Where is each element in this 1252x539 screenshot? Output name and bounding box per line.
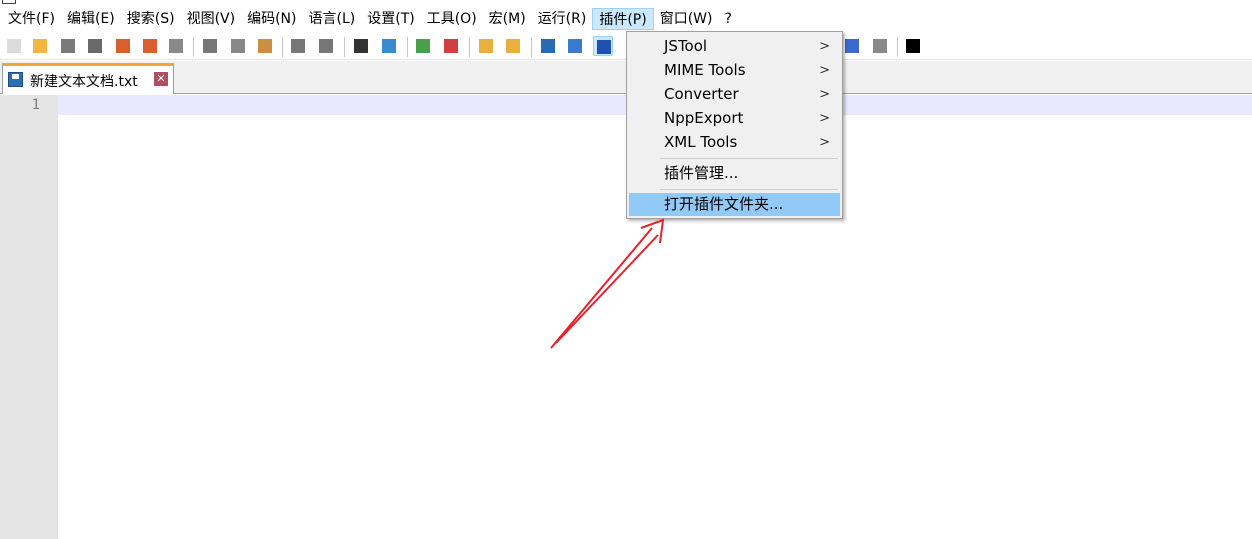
- annotation-arrow-icon: [550, 218, 665, 349]
